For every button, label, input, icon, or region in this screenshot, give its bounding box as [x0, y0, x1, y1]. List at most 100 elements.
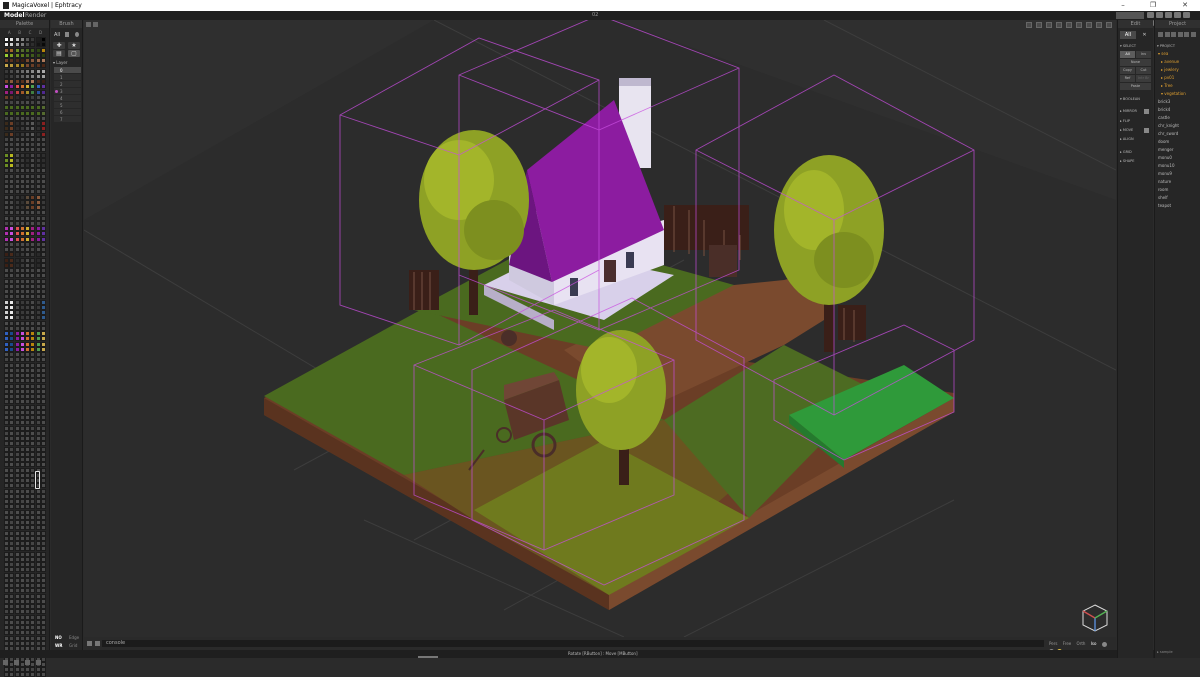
palette-swatch[interactable] — [19, 178, 25, 184]
palette-swatch[interactable] — [19, 567, 25, 573]
boolean-section-header[interactable]: ▾ BOOLEAN — [1120, 96, 1152, 102]
palette-swatch[interactable] — [4, 136, 9, 142]
palette-swatch[interactable] — [40, 593, 46, 599]
palette-swatch[interactable] — [40, 604, 46, 609]
palette-swatch[interactable] — [9, 47, 15, 53]
palette-swatch[interactable] — [30, 404, 36, 410]
palette-swatch[interactable] — [35, 336, 41, 342]
palette-swatch[interactable] — [35, 420, 41, 426]
palette-swatch[interactable] — [30, 325, 36, 331]
palette-swatch[interactable] — [40, 189, 46, 195]
palette-swatch[interactable] — [40, 362, 46, 368]
palette-swatch[interactable] — [4, 315, 9, 321]
delete-icon[interactable] — [1184, 32, 1189, 37]
palette-swatch[interactable] — [9, 383, 15, 389]
palette-swatch[interactable] — [4, 451, 9, 457]
palette-swatch[interactable] — [14, 404, 20, 410]
palette-swatch[interactable] — [40, 231, 46, 237]
palette-swatch[interactable] — [25, 68, 30, 74]
close-button[interactable]: ✕ — [1172, 0, 1198, 11]
palette-swatch[interactable] — [19, 551, 25, 557]
palette-swatch[interactable] — [25, 199, 30, 205]
palette-swatch[interactable] — [25, 619, 30, 625]
palette-swatch[interactable] — [14, 152, 20, 158]
tree-file[interactable]: doom — [1158, 138, 1200, 146]
palette-swatch[interactable] — [19, 142, 25, 147]
palette-swatch[interactable] — [30, 625, 36, 630]
palette-swatch[interactable] — [4, 409, 9, 415]
palette-swatch[interactable] — [14, 619, 20, 625]
palette-swatch[interactable] — [30, 593, 36, 599]
palette-swatch[interactable] — [40, 199, 46, 205]
palette-swatch[interactable] — [4, 205, 9, 210]
palette-swatch[interactable] — [19, 504, 25, 510]
palette-swatch[interactable] — [35, 58, 41, 63]
zoom-icon[interactable] — [1086, 22, 1092, 28]
palette-swatch[interactable] — [4, 226, 9, 231]
palette-swatch[interactable] — [40, 278, 46, 284]
palette-swatch[interactable] — [4, 614, 9, 620]
palette-swatch[interactable] — [30, 283, 36, 289]
palette-swatch[interactable] — [9, 289, 15, 294]
palette-swatch[interactable] — [35, 341, 41, 347]
palette-swatch[interactable] — [9, 367, 15, 373]
palette-swatch[interactable] — [25, 131, 30, 137]
palette-swatch[interactable] — [4, 514, 9, 520]
palette-swatch[interactable] — [19, 472, 25, 478]
palette-swatch[interactable] — [4, 37, 9, 42]
palette-swatch[interactable] — [9, 94, 15, 100]
palette-swatch[interactable] — [25, 268, 30, 273]
palette-swatch[interactable] — [9, 525, 15, 531]
palette-swatch[interactable] — [4, 320, 9, 326]
palette-swatch[interactable] — [35, 562, 41, 567]
palette-swatch[interactable] — [25, 100, 30, 105]
palette-swatch[interactable] — [4, 430, 9, 436]
layer-item[interactable]: 4 — [54, 95, 81, 102]
palette-swatch[interactable] — [4, 441, 9, 447]
palette-swatch[interactable] — [19, 73, 25, 79]
palette-swatch[interactable] — [9, 478, 15, 483]
palette-swatch[interactable] — [19, 357, 25, 363]
palette-swatch[interactable] — [9, 357, 15, 363]
top-toggle[interactable] — [1116, 12, 1144, 19]
palette-swatch[interactable] — [40, 514, 46, 520]
palette-swatch[interactable] — [19, 105, 25, 111]
palette-swatch[interactable] — [19, 42, 25, 48]
tree-file[interactable]: brick4 — [1158, 106, 1200, 114]
palette-swatch[interactable] — [19, 205, 25, 210]
palette-swatch[interactable] — [30, 373, 36, 378]
palette-swatch[interactable] — [14, 37, 20, 42]
palette-swatch[interactable] — [35, 110, 41, 116]
palette-swatch[interactable] — [9, 194, 15, 200]
palette-swatch[interactable] — [4, 446, 9, 452]
palette-swatch[interactable] — [14, 115, 20, 121]
palette-swatch[interactable] — [35, 672, 41, 677]
palette-swatch[interactable] — [9, 373, 15, 378]
palette-swatch[interactable] — [4, 325, 9, 331]
palette-swatch[interactable] — [19, 163, 25, 168]
palette-swatch[interactable] — [19, 236, 25, 242]
palette-swatch[interactable] — [4, 310, 9, 315]
palette-swatch[interactable] — [30, 362, 36, 368]
maximize-button[interactable]: ❐ — [1140, 0, 1166, 11]
palette-swatch[interactable] — [14, 147, 20, 153]
palette-swatch[interactable] — [35, 383, 41, 389]
palette-swatch[interactable] — [40, 325, 46, 331]
palette-swatch[interactable] — [40, 247, 46, 252]
palette-swatch[interactable] — [30, 556, 36, 562]
palette-swatch[interactable] — [30, 588, 36, 594]
palette-swatch[interactable] — [9, 462, 15, 468]
palette-swatch[interactable] — [40, 341, 46, 347]
palette-swatch[interactable] — [14, 504, 20, 510]
palette-swatch[interactable] — [35, 352, 41, 357]
palette-swatch[interactable] — [19, 562, 25, 567]
palette-swatch[interactable] — [19, 430, 25, 436]
reset-view-icon[interactable] — [1101, 641, 1107, 647]
palette-swatch[interactable] — [14, 94, 20, 100]
palette-swatch[interactable] — [14, 226, 20, 231]
palette-swatch[interactable] — [19, 100, 25, 105]
palette-swatch[interactable] — [25, 672, 30, 677]
sample-folder[interactable]: ▸ sample — [1157, 650, 1173, 654]
palette-swatch[interactable] — [35, 37, 41, 42]
palette-swatch[interactable] — [14, 352, 20, 357]
